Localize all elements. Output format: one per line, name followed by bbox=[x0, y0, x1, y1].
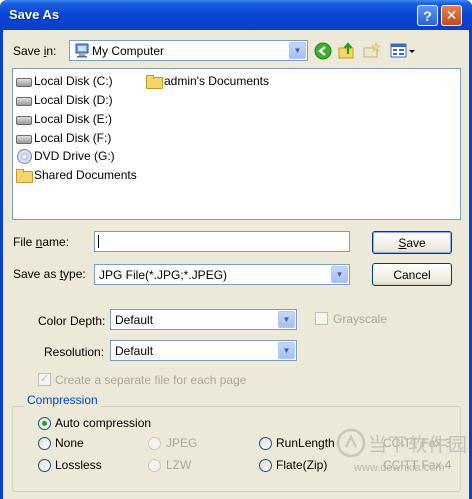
back-arrow-icon bbox=[314, 42, 332, 60]
text-caret bbox=[98, 235, 99, 248]
help-button[interactable]: ? bbox=[417, 5, 438, 26]
file-list[interactable]: Local Disk (C:) Local Disk (D:) Local Di… bbox=[12, 68, 461, 220]
watermark-brand: 当下软件园 bbox=[368, 434, 469, 456]
chevron-down-icon[interactable]: ▼ bbox=[331, 266, 348, 283]
views-menu-button[interactable] bbox=[389, 41, 417, 61]
none-label: None bbox=[55, 436, 84, 450]
hard-drive-icon bbox=[15, 74, 32, 88]
color-depth-value: Default bbox=[115, 313, 154, 327]
list-item[interactable]: Local Disk (D:) bbox=[15, 91, 113, 108]
chevron-down-icon[interactable]: ▼ bbox=[289, 42, 306, 59]
save-in-combo[interactable]: My Computer ▼ bbox=[69, 40, 308, 61]
lossless-radio[interactable] bbox=[38, 459, 51, 472]
watermark-logo-icon bbox=[336, 428, 366, 458]
folder-icon bbox=[145, 74, 163, 89]
hard-drive-icon bbox=[15, 131, 32, 145]
list-item[interactable]: Local Disk (E:) bbox=[15, 110, 112, 127]
dialog-body: Save in: My Computer ▼ Local Disk (C:) L… bbox=[3, 30, 469, 499]
compression-title: Compression bbox=[24, 393, 101, 407]
new-folder-button[interactable] bbox=[362, 41, 382, 61]
new-folder-icon bbox=[363, 42, 381, 58]
hard-drive-icon bbox=[15, 93, 32, 107]
up-folder-button[interactable] bbox=[337, 41, 357, 61]
up-folder-icon bbox=[338, 42, 354, 59]
jpeg-radio[interactable] bbox=[148, 437, 161, 450]
hard-drive-icon bbox=[15, 112, 32, 126]
computer-icon bbox=[74, 43, 90, 58]
lzw-radio[interactable] bbox=[148, 459, 161, 472]
close-button[interactable]: ✕ bbox=[441, 5, 462, 26]
auto-compression-label: Auto compression bbox=[55, 416, 152, 430]
runlength-label: RunLength bbox=[276, 436, 335, 450]
list-item[interactable]: Local Disk (F:) bbox=[15, 129, 111, 146]
save-as-type-value: JPG File(*.JPG;*.JPEG) bbox=[99, 268, 228, 282]
grayscale-label: Grayscale bbox=[333, 312, 388, 326]
watermark-url: www.downxia.com bbox=[354, 462, 445, 474]
list-item[interactable]: Local Disk (C:) bbox=[15, 72, 113, 89]
title-bar[interactable]: Save As ? ✕ bbox=[0, 0, 472, 30]
save-button[interactable]: Save bbox=[372, 231, 452, 254]
flate-label: Flate(Zip) bbox=[276, 458, 328, 472]
list-item[interactable]: DVD Drive (G:) bbox=[15, 147, 115, 164]
file-name-input[interactable] bbox=[94, 231, 350, 252]
chevron-down-icon[interactable]: ▼ bbox=[278, 342, 295, 359]
close-icon: ✕ bbox=[445, 7, 458, 23]
separate-file-label: Create a separate file for each page bbox=[55, 373, 247, 387]
color-depth-label: Color Depth: bbox=[38, 314, 106, 328]
cancel-button[interactable]: Cancel bbox=[372, 263, 452, 286]
chevron-down-icon[interactable]: ▼ bbox=[278, 311, 295, 328]
dvd-drive-icon bbox=[15, 148, 32, 164]
grayscale-checkbox[interactable] bbox=[315, 312, 328, 325]
back-button[interactable] bbox=[313, 41, 333, 61]
save-as-window: Save As ? ✕ Save in: My Computer ▼ Local… bbox=[0, 0, 472, 499]
lzw-label: LZW bbox=[166, 458, 192, 472]
save-as-type-combo[interactable]: JPG File(*.JPG;*.JPEG) ▼ bbox=[94, 264, 350, 285]
lossless-label: Lossless bbox=[55, 458, 102, 472]
runlength-radio[interactable] bbox=[259, 437, 272, 450]
folder-icon bbox=[15, 168, 33, 183]
save-in-label: Save in: bbox=[13, 44, 57, 58]
color-depth-combo[interactable]: Default ▼ bbox=[110, 309, 297, 330]
separate-file-checkbox[interactable]: ✓ bbox=[38, 373, 51, 386]
jpeg-label: JPEG bbox=[166, 436, 198, 450]
resolution-value: Default bbox=[115, 344, 154, 358]
list-item[interactable]: Shared Documents bbox=[15, 166, 137, 183]
resolution-label: Resolution: bbox=[44, 345, 105, 359]
none-radio[interactable] bbox=[38, 437, 51, 450]
question-icon: ? bbox=[423, 7, 432, 24]
flate-radio[interactable] bbox=[259, 459, 272, 472]
save-as-type-label: Save as type: bbox=[13, 267, 86, 281]
list-item[interactable]: admin's Documents bbox=[145, 72, 269, 89]
window-title: Save As bbox=[9, 7, 60, 22]
view-list-icon bbox=[390, 43, 415, 58]
save-in-value: My Computer bbox=[92, 44, 165, 58]
file-name-label: File name: bbox=[13, 235, 70, 249]
auto-compression-radio[interactable] bbox=[38, 417, 51, 430]
resolution-combo[interactable]: Default ▼ bbox=[110, 340, 297, 361]
